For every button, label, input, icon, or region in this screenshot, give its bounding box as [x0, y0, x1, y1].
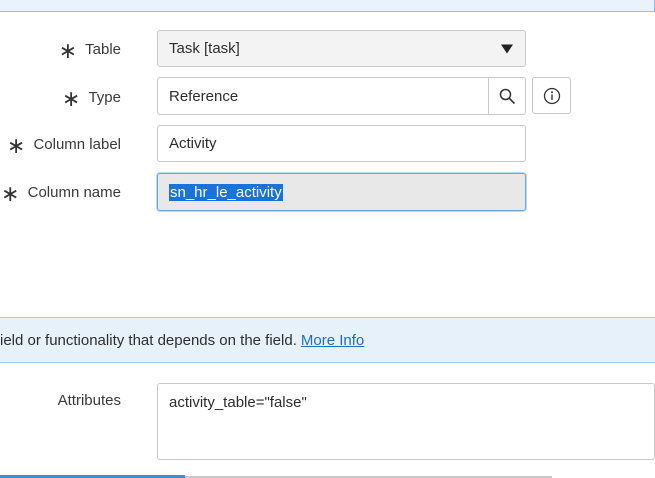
column-label-label-text: Column label [33, 135, 121, 153]
table-select-value: Task [task] [169, 40, 240, 57]
type-row: ∗ Type Reference [0, 77, 655, 115]
table-label: ∗ Table [58, 38, 121, 63]
column-name-label-text: Column name [27, 183, 121, 201]
top-section-edge [0, 0, 655, 12]
notice-text: ield or functionality that depends on th… [0, 331, 297, 349]
column-name-label: ∗ Column name [1, 181, 121, 206]
table-row: ∗ Table Task [task] [0, 30, 655, 67]
required-marker: ∗ [58, 38, 78, 63]
attributes-label: Attributes [57, 392, 121, 409]
table-select[interactable]: Task [task] [157, 30, 526, 67]
search-icon [499, 88, 516, 104]
required-marker: ∗ [62, 86, 81, 111]
info-notice: ield or functionality that depends on th… [0, 317, 655, 363]
column-name-row: ∗ Column name sn_hr_le_activity [0, 173, 655, 211]
type-info-button[interactable] [532, 77, 571, 114]
attributes-value: activity_table="false" [169, 394, 307, 411]
column-label-input[interactable]: Activity [157, 125, 526, 162]
column-label-label: ∗ Column label [7, 133, 121, 158]
type-input[interactable]: Reference [157, 77, 526, 115]
type-input-value: Reference [169, 87, 239, 105]
type-lookup-button[interactable] [488, 78, 526, 114]
column-name-input-value: sn_hr_le_activity [169, 183, 283, 201]
attributes-textarea[interactable]: activity_table="false" [157, 383, 655, 460]
column-name-input[interactable]: sn_hr_le_activity [157, 173, 526, 211]
info-icon [543, 87, 560, 104]
more-info-link[interactable]: More Info [301, 332, 364, 349]
required-marker: ∗ [7, 133, 26, 158]
chevron-down-icon [501, 44, 513, 53]
type-label: ∗ Type [62, 86, 121, 111]
column-label-input-value: Activity [169, 135, 217, 152]
type-label-text: Type [88, 88, 121, 106]
table-label-text: Table [85, 40, 121, 58]
column-label-row: ∗ Column label Activity [0, 125, 655, 162]
required-marker: ∗ [1, 181, 20, 206]
